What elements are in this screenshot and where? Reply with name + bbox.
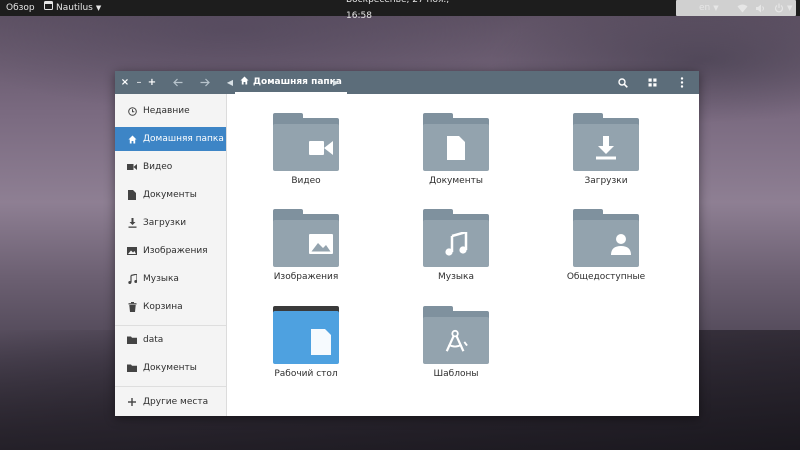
folder-label: Загрузки — [584, 176, 628, 186]
file-manager-window: × – + ◀ Домашняя папка ▶ Недавние Домашн… — [115, 71, 699, 416]
breadcrumb-label: Домашняя папка — [253, 76, 342, 87]
close-icon[interactable]: × — [119, 71, 131, 94]
chevron-right-icon[interactable]: ▶ — [331, 71, 341, 94]
sidebar-item-label: data — [143, 335, 164, 345]
image-icon — [309, 232, 333, 256]
sidebar-item-label: Загрузки — [143, 218, 187, 228]
activities-label: Обзор — [6, 3, 35, 13]
maximize-icon[interactable]: + — [147, 71, 157, 94]
grid-view-icon[interactable] — [644, 71, 660, 94]
sidebar-item-label: Корзина — [143, 302, 183, 312]
minimize-icon[interactable]: – — [134, 71, 144, 94]
folder-icon — [573, 113, 639, 171]
sidebar-item-label: Документы — [143, 190, 197, 200]
language-label: en — [699, 3, 711, 13]
folder-icon — [423, 306, 489, 364]
folder-icon — [423, 113, 489, 171]
chevron-down-icon: ▼ — [95, 4, 102, 12]
folder-label: Изображения — [273, 272, 339, 282]
trash-icon — [127, 302, 137, 312]
download-icon — [594, 135, 618, 160]
sidebar-item-data[interactable]: data — [115, 328, 226, 352]
home-icon — [240, 76, 249, 88]
folder-icon — [573, 209, 639, 267]
clock-button[interactable]: Воскресенье, 27 ноя., 16:58 — [346, 0, 466, 21]
folder-music[interactable]: Музыка — [396, 209, 516, 299]
folder-documents[interactable]: Документы — [396, 113, 516, 203]
sidebar-item-music[interactable]: Музыка — [115, 267, 226, 291]
sidebar-item-label: Изображения — [143, 246, 208, 256]
home-icon — [127, 135, 137, 144]
sidebar-item-documents[interactable]: Документы — [115, 183, 226, 207]
video-icon — [309, 136, 333, 160]
desktop-icon — [273, 306, 339, 364]
sidebar-item-label: Другие места — [143, 397, 209, 407]
top-bar: Обзор Nautilus ▼ Воскресенье, 27 ноя., 1… — [0, 0, 800, 21]
sidebar-item-label: Документы — [143, 363, 197, 373]
sidebar-item-home[interactable]: Домашняя папка — [115, 127, 226, 151]
music-icon — [127, 274, 137, 284]
sidebar-item-downloads[interactable]: Загрузки — [115, 211, 226, 235]
folder-label: Музыка — [438, 272, 474, 282]
chevron-down-icon: ▼ — [713, 4, 719, 12]
image-icon — [127, 247, 137, 255]
sidebar-item-documents-bookmark[interactable]: Документы — [115, 356, 226, 380]
clock-icon — [127, 106, 137, 116]
compass-icon — [444, 329, 468, 353]
folder-downloads[interactable]: Загрузки — [546, 113, 666, 203]
folder-icon — [273, 209, 339, 267]
folder-videos[interactable]: Видео — [246, 113, 366, 203]
sidebar-item-label: Видео — [143, 162, 173, 172]
folder-icon — [423, 209, 489, 267]
chevron-left-icon[interactable]: ◀ — [225, 71, 235, 94]
folder-pictures[interactable]: Изображения — [246, 209, 366, 299]
sidebar-divider — [115, 386, 226, 387]
sidebar-item-pictures[interactable]: Изображения — [115, 239, 226, 263]
sidebar-item-other-locations[interactable]: Другие места — [115, 390, 226, 414]
app-icon — [44, 0, 53, 16]
download-icon — [127, 218, 137, 228]
sidebar-item-trash[interactable]: Корзина — [115, 295, 226, 319]
folder-desktop[interactable]: Рабочий стол — [246, 306, 366, 396]
sidebar-item-label: Музыка — [143, 274, 179, 284]
folder-label: Видео — [291, 176, 321, 186]
folder-label: Документы — [429, 176, 483, 186]
folder-label: Рабочий стол — [274, 369, 338, 379]
sidebar: Недавние Домашняя папка Видео Документы … — [115, 94, 227, 416]
video-icon — [127, 163, 137, 171]
folder-icon — [273, 113, 339, 171]
folder-label: Общедоступные — [566, 272, 646, 282]
sidebar-item-label: Недавние — [143, 106, 190, 116]
folder-icon — [127, 336, 137, 344]
plus-icon — [127, 398, 137, 406]
app-menu-button[interactable]: Nautilus ▼ — [44, 0, 164, 16]
kebab-menu-icon[interactable] — [675, 71, 689, 94]
forward-arrow-icon[interactable] — [198, 71, 212, 94]
person-icon — [609, 232, 633, 256]
back-arrow-icon[interactable] — [171, 71, 185, 94]
folder-label: Шаблоны — [433, 369, 479, 379]
search-icon[interactable] — [615, 71, 631, 94]
folder-icon — [127, 364, 137, 372]
document-icon — [309, 328, 333, 355]
header-bar: × – + ◀ Домашняя папка ▶ — [115, 71, 699, 94]
sidebar-item-videos[interactable]: Видео — [115, 155, 226, 179]
power-icon[interactable]: ▼ — [774, 0, 800, 16]
document-icon — [127, 190, 137, 200]
app-name-label: Nautilus — [56, 3, 93, 13]
document-icon — [444, 135, 468, 160]
sidebar-divider — [115, 325, 226, 326]
sidebar-item-recent[interactable]: Недавние — [115, 99, 226, 123]
chevron-down-icon: ▼ — [787, 4, 793, 12]
folder-public[interactable]: Общедоступные — [546, 209, 666, 299]
folder-templates[interactable]: Шаблоны — [396, 306, 516, 396]
sidebar-item-label: Домашняя папка — [143, 134, 224, 144]
music-icon — [444, 231, 468, 256]
clock-label: Воскресенье, 27 ноя., 16:58 — [346, 0, 450, 21]
